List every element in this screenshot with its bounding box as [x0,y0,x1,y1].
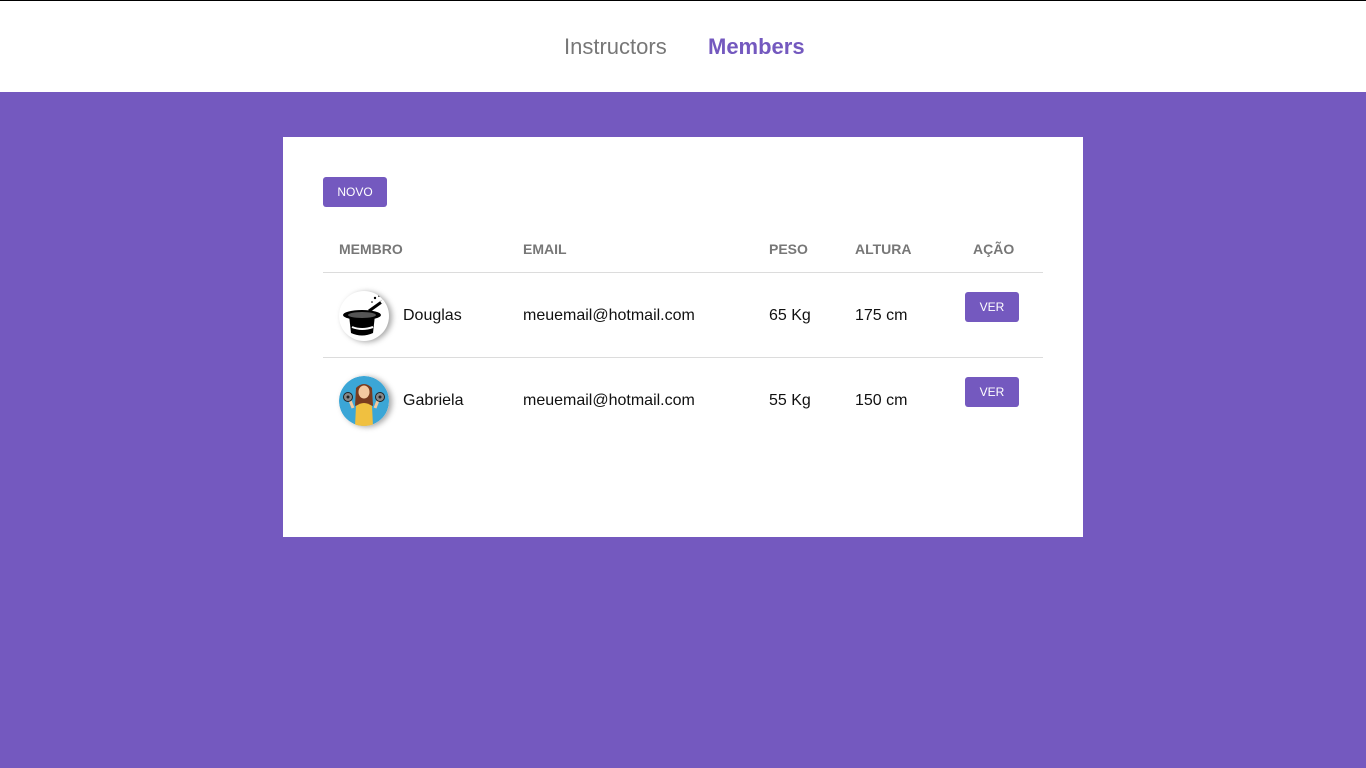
nav-link-members[interactable]: Members [708,33,805,61]
table-row: Gabriela meuemail@hotmail.com 55 Kg 150 … [323,358,1043,443]
member-name: Gabriela [403,392,464,409]
column-header-email: EMAIL [523,241,567,257]
woman-with-dumbbells-icon [339,376,389,426]
avatar [339,291,389,341]
column-header-member: MEMBRO [339,241,403,257]
member-height: 175 cm [855,307,908,324]
member-weight: 65 Kg [769,307,811,324]
member-email: meuemail@hotmail.com [523,307,695,324]
magic-hat-icon [343,295,385,336]
view-member-button[interactable]: VER [965,292,1019,322]
column-header-height: ALTURA [855,241,912,257]
table-row: Douglas meuemail@hotmail.com 65 Kg 175 c… [323,273,1043,358]
new-member-button[interactable]: NOVO [323,177,387,207]
member-email: meuemail@hotmail.com [523,392,695,409]
avatar [339,376,389,426]
column-header-weight: PESO [769,241,808,257]
top-nav: Instructors Members [0,0,1366,92]
member-height: 150 cm [855,392,908,409]
view-member-button[interactable]: VER [965,377,1019,407]
member-name: Douglas [403,307,462,324]
nav-link-instructors[interactable]: Instructors [564,33,667,61]
members-card: NOVO MEMBRO EMAIL PESO ALTURA AÇÃO Dougl… [283,137,1083,537]
column-header-action: AÇÃO [973,241,1015,257]
member-weight: 55 Kg [769,392,811,409]
